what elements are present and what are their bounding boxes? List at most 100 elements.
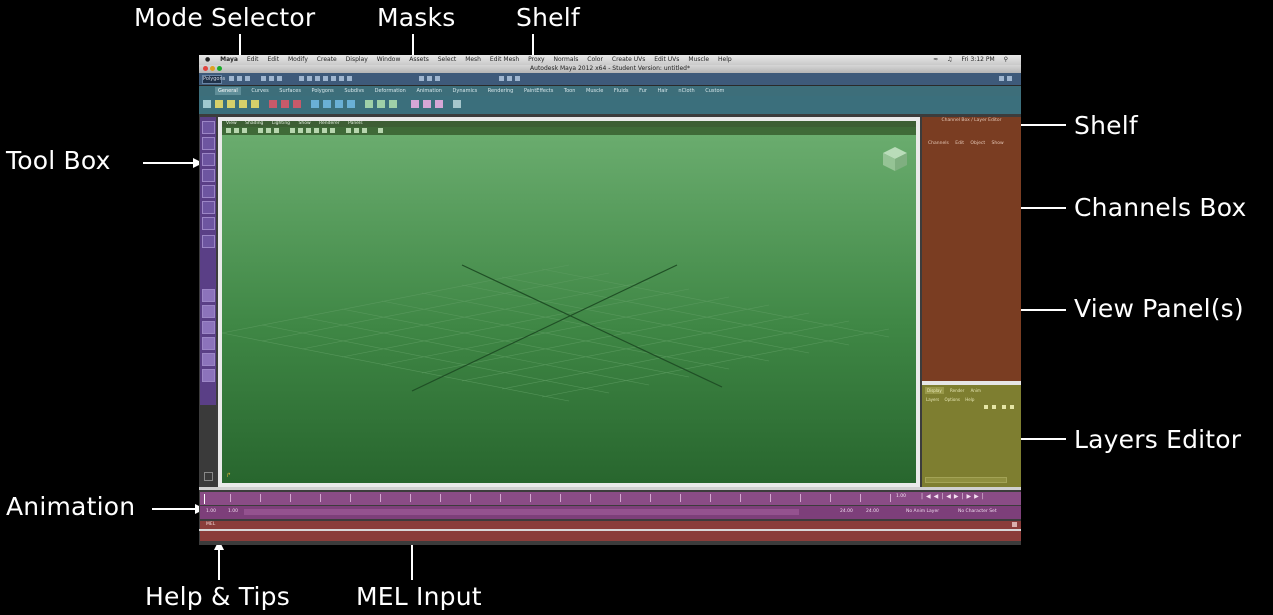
last-tool-icon[interactable]: [202, 235, 215, 248]
scale-tool-icon[interactable]: [202, 201, 215, 214]
new-empty-layer-icon[interactable]: [1002, 405, 1006, 409]
hypershade-icon[interactable]: [411, 100, 419, 108]
menu-normals[interactable]: Normals: [554, 56, 579, 63]
ipr-render-icon[interactable]: [507, 76, 512, 81]
start-time-field[interactable]: 1.00: [206, 509, 216, 514]
nurbs-cube-icon[interactable]: [281, 100, 289, 108]
layer-tab-anim[interactable]: Anim: [971, 388, 981, 393]
shelf-tab-muscle[interactable]: Muscle: [586, 88, 603, 94]
camera-attributes-icon[interactable]: [226, 128, 231, 133]
range-start-field[interactable]: 1.00: [228, 509, 238, 514]
menu-file[interactable]: Edit: [247, 56, 259, 63]
extrude-icon[interactable]: [365, 100, 373, 108]
layer-menu-layers[interactable]: Layers: [926, 397, 939, 402]
menu-create-uvs[interactable]: Create UVs: [612, 56, 645, 63]
menu-window[interactable]: Window: [377, 56, 401, 63]
layer-tab-render[interactable]: Render: [950, 388, 964, 393]
mask-rendering-icon[interactable]: [347, 76, 352, 81]
shelf-trash-icon[interactable]: [453, 100, 461, 108]
wifi-icon[interactable]: ≈: [933, 56, 938, 63]
menu-proxy[interactable]: Proxy: [528, 56, 544, 63]
select-tool-icon[interactable]: [202, 121, 215, 134]
apple-icon[interactable]: ●: [205, 56, 210, 63]
menu-select[interactable]: Select: [438, 56, 457, 63]
shelf-tab-custom[interactable]: Custom: [705, 88, 724, 94]
resolution-gate-icon[interactable]: [274, 128, 279, 133]
view-cube-icon[interactable]: [881, 145, 909, 173]
hypershade-persp-layout-icon[interactable]: [202, 353, 215, 366]
menu-edit-uvs[interactable]: Edit UVs: [654, 56, 679, 63]
new-layer-from-selection-icon[interactable]: [1010, 405, 1014, 409]
channel-box-menu-show[interactable]: Show: [992, 141, 1004, 146]
panel-menu-lighting[interactable]: Lighting: [272, 121, 290, 126]
new-scene-icon[interactable]: [229, 76, 234, 81]
persp-graph-layout-icon[interactable]: [202, 337, 215, 350]
layer-menu-options[interactable]: Options: [945, 397, 960, 402]
range-end-field[interactable]: 24.00: [840, 509, 853, 514]
shadows-icon[interactable]: [330, 128, 335, 133]
layer-menu-help[interactable]: Help: [965, 397, 974, 402]
open-scene-icon[interactable]: [237, 76, 242, 81]
select-object-mask-icon[interactable]: [269, 76, 274, 81]
shelf-tab-ncloth[interactable]: nCloth: [678, 88, 694, 94]
mask-handles-icon[interactable]: [299, 76, 304, 81]
panel-menu-renderer[interactable]: Renderer: [319, 121, 340, 126]
spotlight-search-icon[interactable]: ⚲: [1004, 56, 1008, 63]
manipulator-tool-icon[interactable]: [202, 217, 215, 230]
character-set-dropdown[interactable]: No Character Set: [958, 509, 997, 514]
shelf-tab-hair[interactable]: Hair: [658, 88, 668, 94]
menu-display[interactable]: Display: [346, 56, 368, 63]
shelf-tab-dynamics[interactable]: Dynamics: [453, 88, 478, 94]
menu-edit[interactable]: Edit: [267, 56, 279, 63]
xray-joints-icon[interactable]: [362, 128, 367, 133]
shelf-tab-curves[interactable]: Curves: [251, 88, 268, 94]
layer-editor-scrollbar[interactable]: [925, 477, 1007, 483]
play-forwards-icon[interactable]: ▶: [954, 493, 962, 500]
menu-maya[interactable]: Maya: [220, 56, 238, 63]
persp-graph-hypergraph-layout-icon[interactable]: [202, 369, 215, 382]
arc-tool-icon[interactable]: [251, 100, 259, 108]
combine-icon[interactable]: [389, 100, 397, 108]
menu-help[interactable]: Help: [718, 56, 732, 63]
smooth-shade-icon[interactable]: [298, 128, 303, 133]
shelf-tab-subdivs[interactable]: Subdivs: [344, 88, 364, 94]
minimize-window-button[interactable]: [210, 66, 215, 71]
menu-modify[interactable]: Modify: [288, 56, 308, 63]
shelf-tab-fur[interactable]: Fur: [639, 88, 647, 94]
poly-cube-icon[interactable]: [323, 100, 331, 108]
menu-assets[interactable]: Assets: [409, 56, 429, 63]
zoom-window-button[interactable]: [217, 66, 222, 71]
snap-grid-icon[interactable]: [419, 76, 424, 81]
persp-outliner-layout-icon[interactable]: [202, 321, 215, 334]
select-component-mask-icon[interactable]: [277, 76, 282, 81]
bookmark-icon[interactable]: [234, 128, 239, 133]
use-all-lights-icon[interactable]: [322, 128, 327, 133]
snap-curve-icon[interactable]: [427, 76, 432, 81]
time-slider[interactable]: 1.00: [200, 492, 1021, 505]
step-forward-icon[interactable]: |▶: [962, 493, 975, 500]
command-line[interactable]: MEL: [200, 521, 1021, 529]
textured-icon[interactable]: [314, 128, 319, 133]
mode-selector-dropdown[interactable]: Polygons: [202, 75, 225, 84]
wireframe-on-shaded-icon[interactable]: [306, 128, 311, 133]
move-layer-down-icon[interactable]: [992, 405, 996, 409]
save-scene-icon[interactable]: [245, 76, 250, 81]
menu-mesh[interactable]: Mesh: [465, 56, 481, 63]
menu-muscle[interactable]: Muscle: [688, 56, 709, 63]
anim-layer-dropdown[interactable]: No Anim Layer: [906, 509, 939, 514]
move-layer-up-icon[interactable]: [984, 405, 988, 409]
render-settings-icon[interactable]: [515, 76, 520, 81]
bevel-icon[interactable]: [377, 100, 385, 108]
outliner-icon[interactable]: [435, 100, 443, 108]
cv-curve-tool-icon[interactable]: [215, 100, 223, 108]
channel-box-menu-channels[interactable]: Channels: [928, 141, 949, 146]
render-view-icon[interactable]: [423, 100, 431, 108]
mask-deformations-icon[interactable]: [331, 76, 336, 81]
xray-icon[interactable]: [354, 128, 359, 133]
go-to-start-icon[interactable]: |◀: [921, 493, 934, 500]
shelf-tab-deformation[interactable]: Deformation: [375, 88, 406, 94]
toggle-channel-box-icon[interactable]: [999, 76, 1004, 81]
shelf-tab-general[interactable]: General: [215, 87, 241, 95]
shelf-tab-fluids[interactable]: Fluids: [614, 88, 629, 94]
channel-box-menu-object[interactable]: Object: [970, 141, 985, 146]
